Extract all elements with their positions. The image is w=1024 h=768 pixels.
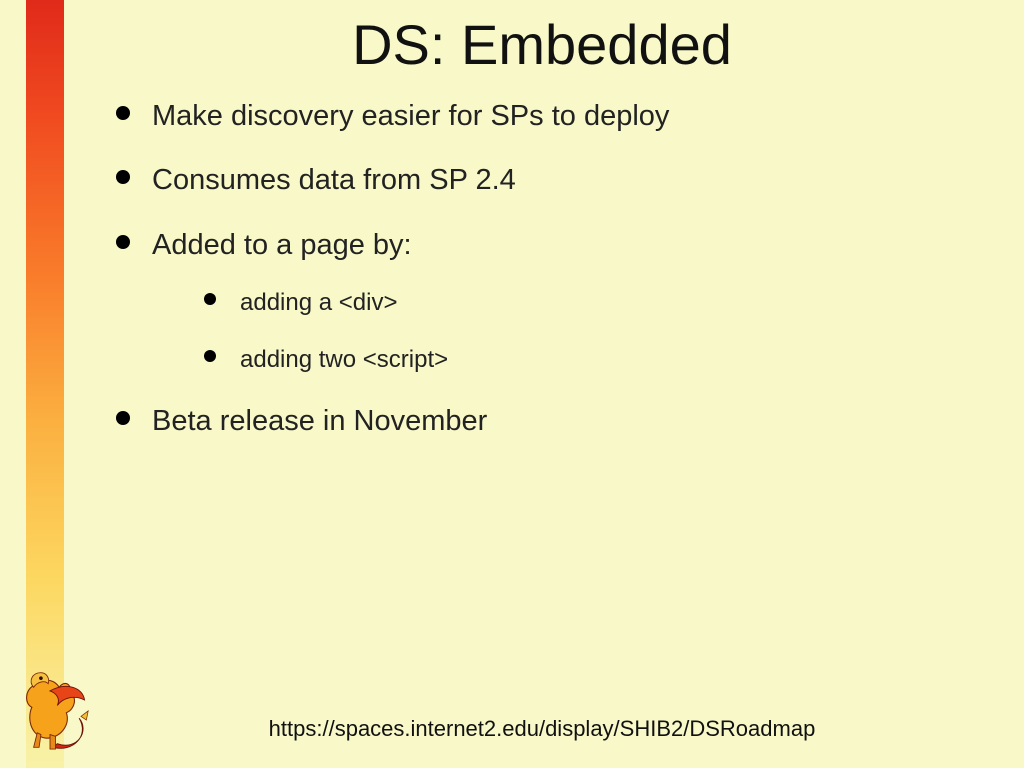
bullet-item: Make discovery easier for SPs to deploy — [110, 98, 984, 134]
slide-title: DS: Embedded — [90, 12, 994, 77]
bullet-text: Beta release in November — [152, 405, 487, 437]
slide-content: Make discovery easier for SPs to deploy … — [110, 98, 984, 467]
sub-bullet-text: adding a <div> — [240, 289, 397, 316]
bullet-item: Consumes data from SP 2.4 — [110, 162, 984, 198]
bullet-text: Added to a page by: — [152, 229, 412, 261]
sub-bullet-item: adding a <div> — [198, 287, 984, 318]
bullet-text: Make discovery easier for SPs to deploy — [152, 100, 669, 132]
griffin-logo-icon — [4, 660, 96, 760]
accent-stripe — [26, 0, 64, 768]
footer-url: https://spaces.internet2.edu/display/SHI… — [90, 716, 994, 742]
sub-bullet-text: adding two <script> — [240, 346, 448, 373]
bullet-item: Added to a page by: adding a <div> addin… — [110, 227, 984, 376]
sub-bullet-item: adding two <script> — [198, 344, 984, 375]
bullet-item: Beta release in November — [110, 403, 984, 439]
bullet-text: Consumes data from SP 2.4 — [152, 164, 516, 196]
